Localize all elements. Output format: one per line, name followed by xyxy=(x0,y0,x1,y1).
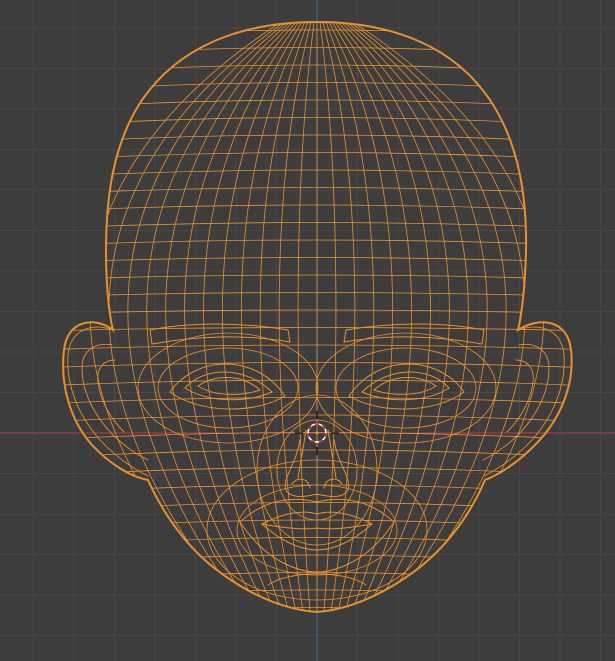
mesh-edge-horizontal xyxy=(63,152,572,161)
eye-right-outer xyxy=(348,363,465,410)
mesh-edge-loop xyxy=(137,332,319,444)
viewport-grid xyxy=(0,0,615,661)
mesh-edge-horizontal xyxy=(63,537,572,548)
mesh-edge-horizontal xyxy=(63,292,572,297)
mesh-edge-vertical xyxy=(334,22,431,612)
mesh-edge-horizontal xyxy=(63,257,572,263)
mesh-edge-vertical xyxy=(146,22,291,612)
mesh-edge-horizontal xyxy=(63,204,572,212)
mesh-edge-vertical xyxy=(259,22,309,612)
mesh-edge-vertical xyxy=(325,22,375,612)
mesh-edge-horizontal xyxy=(63,29,572,41)
brow-left xyxy=(149,323,291,345)
viewport-canvas[interactable] xyxy=(0,0,615,661)
mesh-edge-loop xyxy=(315,332,497,444)
mesh-edge-horizontal xyxy=(63,47,572,58)
mesh-edge-horizontal xyxy=(63,502,572,512)
mesh-edge-horizontal xyxy=(63,169,572,178)
mesh-edge-horizontal xyxy=(63,414,572,422)
mesh-edge-horizontal xyxy=(63,449,572,458)
brow-right xyxy=(343,323,485,345)
mesh-edge-vertical xyxy=(328,22,394,612)
mesh-edge-vertical xyxy=(319,22,337,612)
mesh-edge-horizontal xyxy=(63,607,572,612)
mesh-edge-horizontal xyxy=(63,222,572,229)
mesh-edge-horizontal xyxy=(63,239,572,246)
mesh-edge-vertical xyxy=(322,22,356,612)
mesh-edge-vertical xyxy=(278,22,312,612)
mesh-edge-horizontal xyxy=(63,99,572,109)
3d-cursor-icon[interactable] xyxy=(295,411,339,455)
mesh-edge-horizontal xyxy=(63,327,572,332)
mesh-edge-vertical xyxy=(203,22,300,612)
mesh-edge-horizontal xyxy=(63,484,572,494)
mesh-edge-horizontal xyxy=(63,432,572,440)
mesh-edge-horizontal xyxy=(63,64,572,75)
mesh-edge-vertical xyxy=(343,22,488,612)
mesh-edge-horizontal xyxy=(63,134,572,143)
mesh-edge-horizontal xyxy=(63,82,572,92)
mesh-edge-horizontal xyxy=(63,379,572,386)
eye-left-outer xyxy=(169,363,286,410)
mesh-edge-horizontal xyxy=(63,554,572,566)
head-mesh-wireframe[interactable] xyxy=(50,20,580,620)
3d-viewport[interactable] xyxy=(0,0,615,661)
mesh-edge-vertical xyxy=(240,22,306,612)
mesh-edge-vertical xyxy=(297,22,315,612)
mesh-edge-horizontal xyxy=(63,362,572,368)
ear-loops xyxy=(67,326,565,477)
